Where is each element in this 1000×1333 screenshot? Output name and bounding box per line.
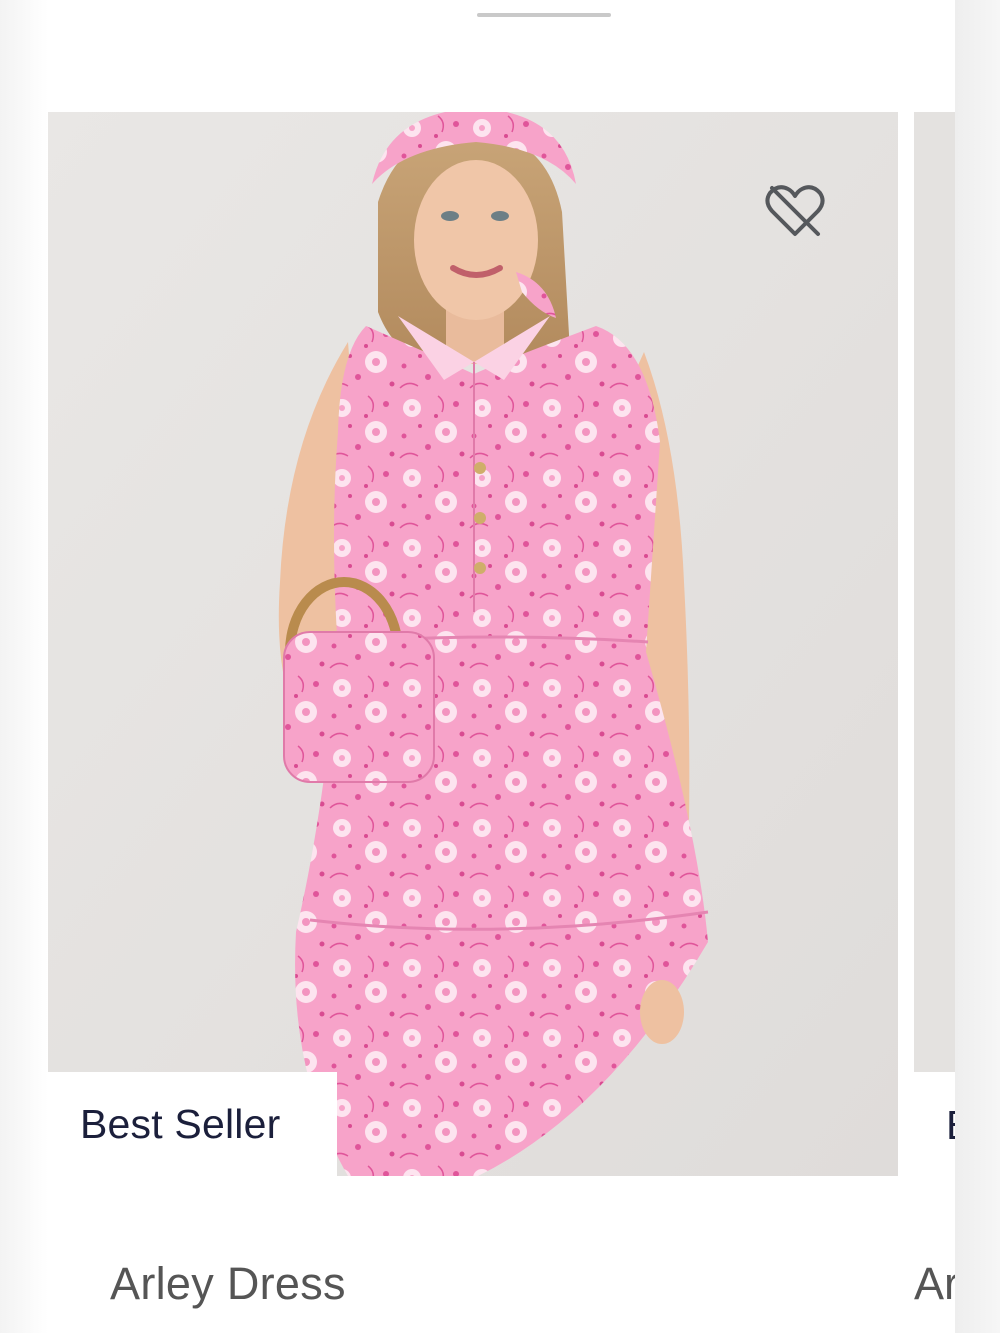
wishlist-button[interactable] (762, 178, 828, 244)
best-seller-badge: Best Seller (48, 1072, 337, 1176)
heart-off-icon (765, 185, 825, 236)
product-name[interactable]: Arley Dress (110, 1258, 346, 1310)
next-product-badge-label: B (946, 1102, 955, 1149)
next-product-badge: B (914, 1072, 955, 1176)
next-product-image[interactable] (914, 112, 955, 1176)
next-product-name[interactable]: Ar (914, 1258, 955, 1310)
best-seller-badge-label: Best Seller (80, 1100, 281, 1147)
next-product-card[interactable]: B Ar (914, 112, 955, 1333)
product-image[interactable] (48, 112, 898, 1176)
left-edge-shadow (0, 0, 48, 1333)
product-photo-illustration (48, 112, 898, 1176)
right-edge-shadow (955, 0, 1000, 1333)
product-card[interactable]: Best Seller Arley Dress (48, 112, 898, 1333)
sheet-drag-handle[interactable] (477, 13, 611, 17)
